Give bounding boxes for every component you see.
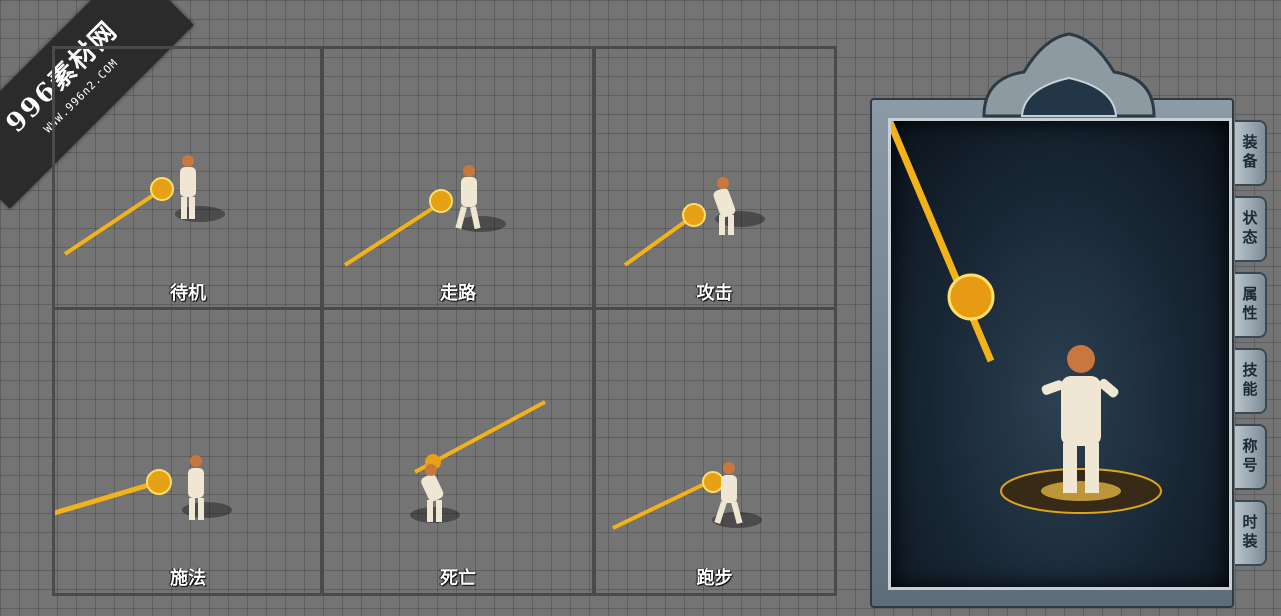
idle-sprite (63, 155, 225, 256)
anim-cell-idle[interactable]: 待机 (52, 46, 324, 310)
anim-label-run: 跑步 (696, 568, 733, 589)
character-panel: 装备 状态 属性 技能 称号 时装 (854, 28, 1281, 616)
side-tab-bar: 装备 状态 属性 技能 称号 时装 (1235, 120, 1267, 576)
anim-label-cast: 施法 (170, 568, 206, 589)
tab-status[interactable]: 状态 (1235, 196, 1267, 262)
anim-cell-walk[interactable]: 走路 (320, 46, 596, 310)
tab-skills[interactable]: 技能 (1235, 348, 1267, 414)
anim-cell-death[interactable]: 死亡 (320, 307, 596, 596)
anim-label-death: 死亡 (440, 568, 476, 589)
death-sprite (410, 400, 546, 523)
anim-label-walk: 走路 (440, 283, 476, 304)
anim-cell-run[interactable]: 跑步 (592, 307, 837, 596)
anim-label-attack: 攻击 (696, 283, 733, 304)
anim-label-idle: 待机 (170, 283, 206, 304)
tab-attributes[interactable]: 属性 (1235, 272, 1267, 338)
walk-sprite (343, 165, 506, 267)
anim-cell-attack[interactable]: 攻击 (592, 46, 837, 310)
tab-titles[interactable]: 称号 (1235, 424, 1267, 490)
tab-equipment[interactable]: 装备 (1235, 120, 1267, 186)
animation-grid: 待机 走路 攻击 施法 死亡 跑步 (52, 46, 837, 596)
run-sprite (612, 462, 762, 530)
character-preview (877, 99, 1232, 590)
frame-crown-ornament (982, 32, 1156, 118)
anim-cell-cast[interactable]: 施法 (52, 307, 324, 596)
tab-fashion[interactable]: 时装 (1235, 500, 1267, 566)
character-model (877, 99, 1162, 514)
attack-sprite (623, 177, 765, 267)
cast-sprite (55, 455, 232, 520)
